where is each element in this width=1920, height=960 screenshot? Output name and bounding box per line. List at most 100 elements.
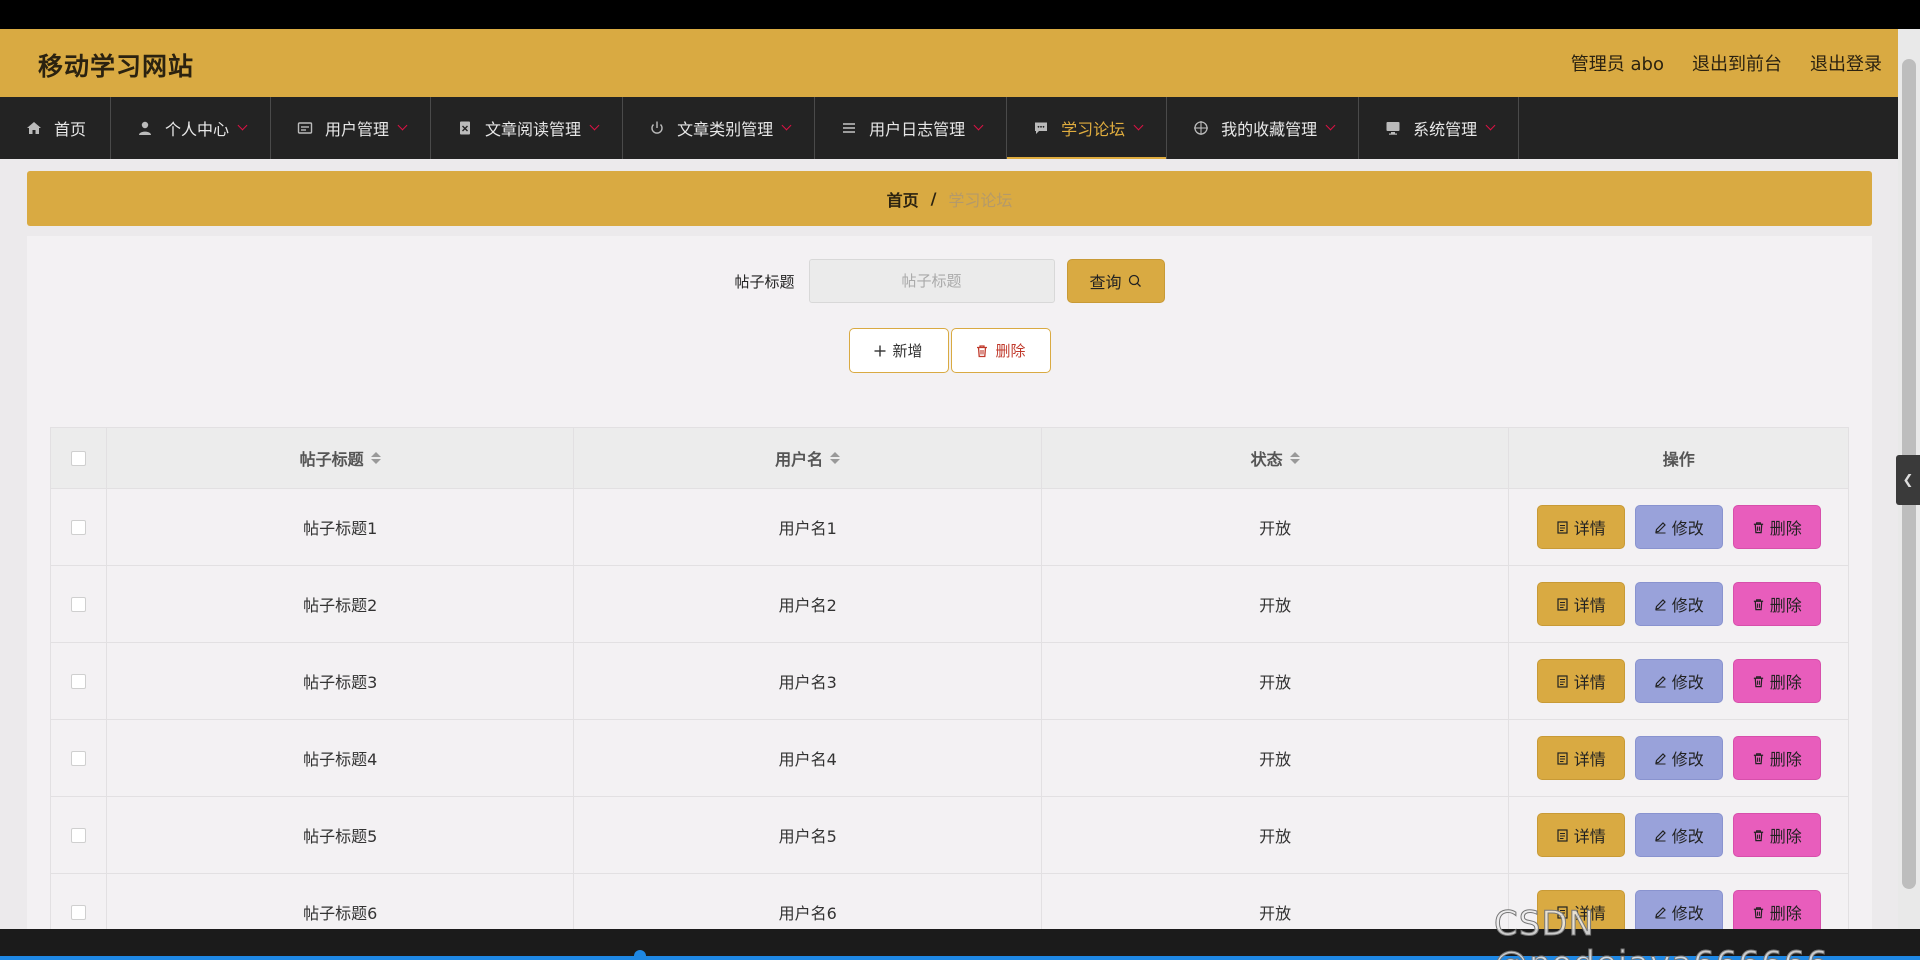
column-header-label: 用户名 [775,450,824,469]
progress-handle[interactable] [634,950,646,960]
breadcrumb-home[interactable]: 首页 [887,187,919,211]
pencil-icon [1654,598,1666,610]
row-checkbox[interactable] [70,673,86,689]
nav-item-article-reading[interactable]: 文章阅读管理 [431,97,624,159]
detail-button[interactable]: 详情 [1536,582,1625,626]
cell-username: 用户名1 [574,489,1042,565]
delete-button-label: 删除 [1769,673,1802,692]
header-actions: 操作 [1509,428,1848,488]
chevron-down-icon [781,120,792,130]
delete-button[interactable]: 删除 [1732,736,1821,780]
header-username[interactable]: 用户名 [574,428,1042,488]
cell-actions: 详情 修改 删除 [1509,566,1848,642]
nav-item-article-category[interactable]: 文章类别管理 [623,97,816,159]
query-button[interactable]: 查询 [1066,259,1165,303]
nav-label: 用户日志管理 [869,120,966,139]
admin-label: 管理员 abo [1570,54,1664,75]
search-label: 帖子标题 [734,272,795,291]
nav-label: 文章阅读管理 [485,120,582,139]
select-all-checkbox[interactable] [70,450,86,466]
chevron-down-icon [237,120,248,130]
detail-button[interactable]: 详情 [1536,505,1625,549]
edit-button[interactable]: 修改 [1634,659,1723,703]
nav-item-personal-center[interactable]: 个人中心 [111,97,272,159]
edit-button[interactable]: 修改 [1634,813,1723,857]
add-button[interactable]: 新增 [848,328,949,373]
row-checkbox-cell [51,797,107,873]
action-row: 新增 删除 [27,328,1872,373]
edit-button-label: 修改 [1671,596,1704,615]
delete-button[interactable]: 删除 [1732,505,1821,549]
column-header-label: 操作 [1662,450,1695,469]
nav-item-user-management[interactable]: 用户管理 [271,97,432,159]
edit-button-label: 修改 [1671,750,1704,769]
row-checkbox[interactable] [70,827,86,843]
delete-button[interactable]: 删除 [1732,582,1821,626]
chevron-down-icon [397,120,408,130]
row-checkbox-cell [51,489,107,565]
breadcrumb-current: 学习论坛 [948,190,1013,210]
chat-icon [1035,122,1048,134]
detail-button[interactable]: 详情 [1536,736,1625,780]
logout-link[interactable]: 退出登录 [1810,50,1882,76]
table-row: 帖子标题1 用户名1 开放 详情 修改 删除 [51,489,1848,566]
row-checkbox[interactable] [70,904,86,920]
chevron-down-icon [589,120,600,130]
cell-status: 开放 [1042,720,1510,796]
nav-label: 个人中心 [165,120,230,139]
document-icon [1557,751,1568,765]
document-icon [1557,828,1568,842]
cell-title: 帖子标题5 [107,797,575,873]
delete-button-label: 删除 [1769,750,1802,769]
detail-button[interactable]: 详情 [1536,813,1625,857]
nav-item-learning-forum[interactable]: 学习论坛 [1007,97,1168,159]
edit-button[interactable]: 修改 [1634,505,1723,549]
bulk-delete-label: 删除 [995,342,1026,360]
pencil-icon [1654,521,1666,533]
nav-item-my-favorites[interactable]: 我的收藏管理 [1167,97,1360,159]
edit-button[interactable]: 修改 [1634,736,1723,780]
cell-username: 用户名6 [574,874,1042,929]
cell-actions: 详情 修改 删除 [1509,720,1848,796]
table-body: 帖子标题1 用户名1 开放 详情 修改 删除 帖子标题2 用户名2 开放 详情 [51,489,1848,929]
edit-button-label: 修改 [1671,673,1704,692]
row-checkbox[interactable] [70,519,86,535]
cell-status: 开放 [1042,489,1510,565]
cell-title: 帖子标题4 [107,720,575,796]
cell-actions: 详情 修改 删除 [1509,797,1848,873]
bulk-delete-button[interactable]: 删除 [950,328,1051,373]
chevron-down-icon [1485,120,1496,130]
table-row: 帖子标题4 用户名4 开放 详情 修改 删除 [51,720,1848,797]
search-input[interactable] [808,259,1055,303]
table-header-row: 帖子标题 用户名 状态 操作 [51,428,1848,489]
row-checkbox-cell [51,874,107,929]
nav-item-user-log[interactable]: 用户日志管理 [815,97,1008,159]
trash-icon [1753,521,1763,533]
detail-button[interactable]: 详情 [1536,659,1625,703]
chevron-down-icon [1133,120,1144,130]
sort-icon [370,452,381,464]
row-checkbox-cell [51,566,107,642]
cell-status: 开放 [1042,874,1510,929]
delete-button[interactable]: 删除 [1732,813,1821,857]
nav-item-home[interactable]: 首页 [0,97,112,159]
cell-actions: 详情 修改 删除 [1509,489,1848,565]
header-status[interactable]: 状态 [1042,428,1510,488]
row-checkbox[interactable] [70,750,86,766]
cell-status: 开放 [1042,797,1510,873]
trash-icon [1753,829,1763,841]
cell-title: 帖子标题2 [107,566,575,642]
nav-item-system-management[interactable]: 系统管理 [1359,97,1520,159]
exit-to-front-link[interactable]: 退出到前台 [1692,50,1782,76]
delete-button[interactable]: 删除 [1732,659,1821,703]
cell-title: 帖子标题3 [107,643,575,719]
content-panel: 帖子标题 查询 新增 删除 帖子标题 用户名 状态 操作 [27,236,1872,929]
side-panel-toggle[interactable]: ❮ [1896,455,1920,505]
cell-title: 帖子标题1 [107,489,575,565]
edit-button[interactable]: 修改 [1634,582,1723,626]
table-row: 帖子标题3 用户名3 开放 详情 修改 删除 [51,643,1848,720]
table-row: 帖子标题2 用户名2 开放 详情 修改 删除 [51,566,1848,643]
header-title[interactable]: 帖子标题 [107,428,575,488]
row-checkbox-cell [51,720,107,796]
row-checkbox[interactable] [70,596,86,612]
